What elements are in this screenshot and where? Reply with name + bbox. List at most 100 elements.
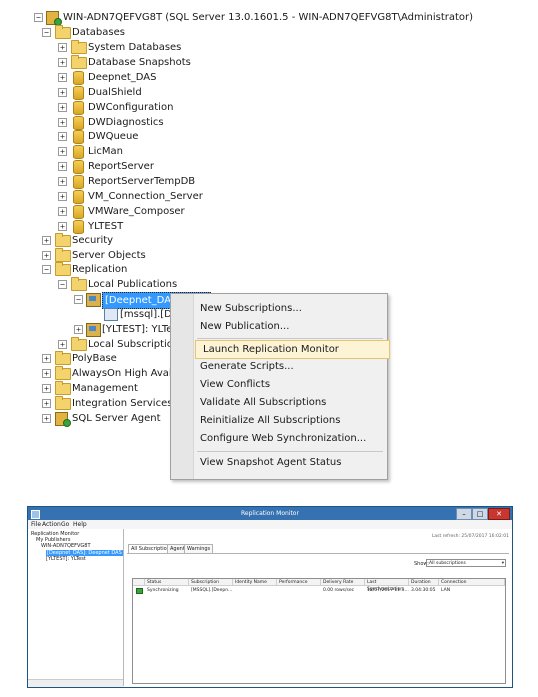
database-icon — [73, 145, 84, 160]
menu-go[interactable]: Go — [61, 520, 69, 529]
expand-icon[interactable]: + — [58, 72, 67, 82]
tree-publication-yltest[interactable]: [YLTEST]: YLTest — [46, 556, 86, 562]
close-button[interactable]: ✕ — [488, 508, 510, 520]
expand-icon[interactable]: + — [42, 236, 51, 245]
table-cell: [MSSQL].[Deepn... — [191, 588, 233, 593]
expand-icon[interactable]: + — [42, 384, 51, 393]
menu-configure-web-sync[interactable]: Configure Web Synchronization... — [193, 430, 390, 447]
expand-icon[interactable]: + — [58, 177, 67, 187]
minimize-button[interactable]: – — [456, 508, 472, 520]
status-sync-icon — [136, 588, 143, 594]
tab-divider — [127, 553, 509, 554]
menu-launch-replication-monitor[interactable]: Launch Replication Monitor — [195, 340, 390, 359]
expand-icon[interactable]: + — [58, 87, 67, 97]
database-icon — [73, 100, 84, 115]
collapse-icon[interactable]: − — [34, 13, 43, 22]
server-label: WIN-ADN7QEFVG8T (SQL Server 13.0.1601.5 … — [63, 12, 474, 23]
replication-monitor-window: Replication Monitor – □ ✕ File Action Go… — [27, 506, 513, 688]
server-objects-label: Server Objects — [72, 250, 146, 261]
folder-icon — [55, 381, 71, 395]
folder-icon — [71, 40, 87, 54]
last-refresh: Last refresh: 25/07/2017 16:02:01 — [431, 534, 509, 539]
show-select[interactable]: All subscriptions ▾ — [426, 559, 506, 567]
column-header[interactable]: Identity Name — [233, 579, 277, 586]
database-icon — [73, 160, 84, 175]
collapse-icon[interactable]: − — [42, 265, 51, 274]
column-header[interactable]: Duration — [409, 579, 439, 586]
expand-icon[interactable]: + — [58, 43, 67, 52]
expand-icon[interactable]: + — [58, 147, 67, 157]
folder-icon — [55, 25, 71, 39]
table-cell: LAN — [441, 588, 451, 593]
expand-icon[interactable]: + — [58, 221, 67, 231]
alwayson-label: AlwaysOn High Availal — [72, 368, 184, 379]
subscriptions-grid: Status Subscription Identity Name Performan… — [132, 578, 506, 684]
maximize-button[interactable]: □ — [472, 508, 488, 520]
tree-publisher-server[interactable]: WIN-ADN7QEFVG8T — [41, 543, 91, 549]
collapse-icon[interactable]: − — [74, 295, 83, 304]
column-header[interactable]: Performance — [277, 579, 321, 586]
expand-icon[interactable]: + — [58, 192, 67, 201]
collapse-icon[interactable]: − — [58, 280, 67, 289]
sql-agent-label: SQL Server Agent — [72, 413, 161, 424]
menu-help[interactable]: Help — [73, 520, 87, 529]
menu-generate-scripts[interactable]: Generate Scripts... — [193, 358, 390, 375]
expand-icon[interactable]: + — [58, 206, 67, 216]
collapse-icon[interactable]: − — [42, 28, 51, 37]
publication-icon — [86, 293, 101, 307]
menu-view-conflicts[interactable]: View Conflicts — [193, 376, 390, 393]
column-header[interactable]: Last Synchronization — [365, 579, 409, 592]
table-cell — [277, 587, 321, 594]
local-publications-label: Local Publications — [88, 279, 178, 290]
column-header[interactable]: Delivery Rate — [321, 579, 365, 586]
expand-icon[interactable]: + — [42, 399, 51, 408]
table-cell: 0.00 rows/sec — [323, 588, 355, 593]
expand-icon[interactable]: + — [42, 251, 51, 260]
chevron-down-icon: ▾ — [501, 561, 504, 566]
menu-action[interactable]: Action — [42, 520, 61, 529]
menu-validate-all[interactable]: Validate All Subscriptions — [193, 394, 390, 411]
column-header[interactable]: Connection — [439, 579, 505, 586]
expand-icon[interactable]: + — [58, 162, 67, 172]
database-icon — [73, 190, 84, 204]
database-icon — [73, 130, 84, 145]
menu-reinitialize-all[interactable]: Reinitialize All Subscriptions — [193, 412, 390, 429]
expand-icon[interactable]: + — [58, 340, 67, 349]
database-label: DWDiagnostics — [88, 116, 164, 128]
database-label: YLTEST — [88, 220, 124, 232]
menu-file[interactable]: File — [31, 520, 41, 529]
window-title-bar[interactable]: Replication Monitor — [28, 507, 512, 520]
table-cell — [233, 587, 277, 594]
menu-separator — [197, 338, 383, 339]
expand-icon[interactable]: + — [58, 132, 67, 142]
databases-label: Databases — [72, 27, 125, 38]
show-select-value: All subscriptions — [429, 561, 466, 566]
folder-icon — [71, 277, 87, 291]
expand-icon[interactable]: + — [58, 57, 67, 67]
expand-icon[interactable]: + — [58, 102, 67, 112]
monitor-tree-pane: Replication Monitor My Publishers WIN-AD… — [28, 529, 124, 687]
column-header-icon[interactable] — [133, 579, 145, 586]
menu-new-subscriptions[interactable]: New Subscriptions... — [193, 300, 390, 317]
expand-icon[interactable]: + — [42, 369, 51, 378]
database-label: ReportServer — [88, 161, 154, 173]
column-header[interactable]: Subscription — [189, 579, 233, 586]
database-label: System Databases — [88, 42, 182, 53]
menu-new-publication[interactable]: New Publication... — [193, 318, 390, 335]
database-label: LicMan — [88, 146, 123, 158]
expand-icon[interactable]: + — [58, 117, 67, 127]
table-cell: 3.04:30:05 — [411, 588, 436, 593]
column-header[interactable]: Status — [145, 579, 189, 586]
polybase-label: PolyBase — [72, 353, 117, 364]
horizontal-scrollbar[interactable] — [28, 679, 123, 687]
menu-gutter — [171, 294, 194, 479]
database-label: VM_Connection_Server — [88, 191, 203, 202]
folder-icon — [55, 351, 71, 365]
expand-icon[interactable]: + — [74, 325, 83, 334]
database-label: ReportServerTempDB — [88, 176, 196, 188]
database-label: VMWare_Composer — [88, 205, 185, 217]
expand-icon[interactable]: + — [42, 354, 51, 363]
expand-icon[interactable]: + — [42, 414, 51, 423]
menu-view-snapshot-agent-status[interactable]: View Snapshot Agent Status — [193, 454, 390, 471]
folder-icon — [71, 337, 87, 351]
